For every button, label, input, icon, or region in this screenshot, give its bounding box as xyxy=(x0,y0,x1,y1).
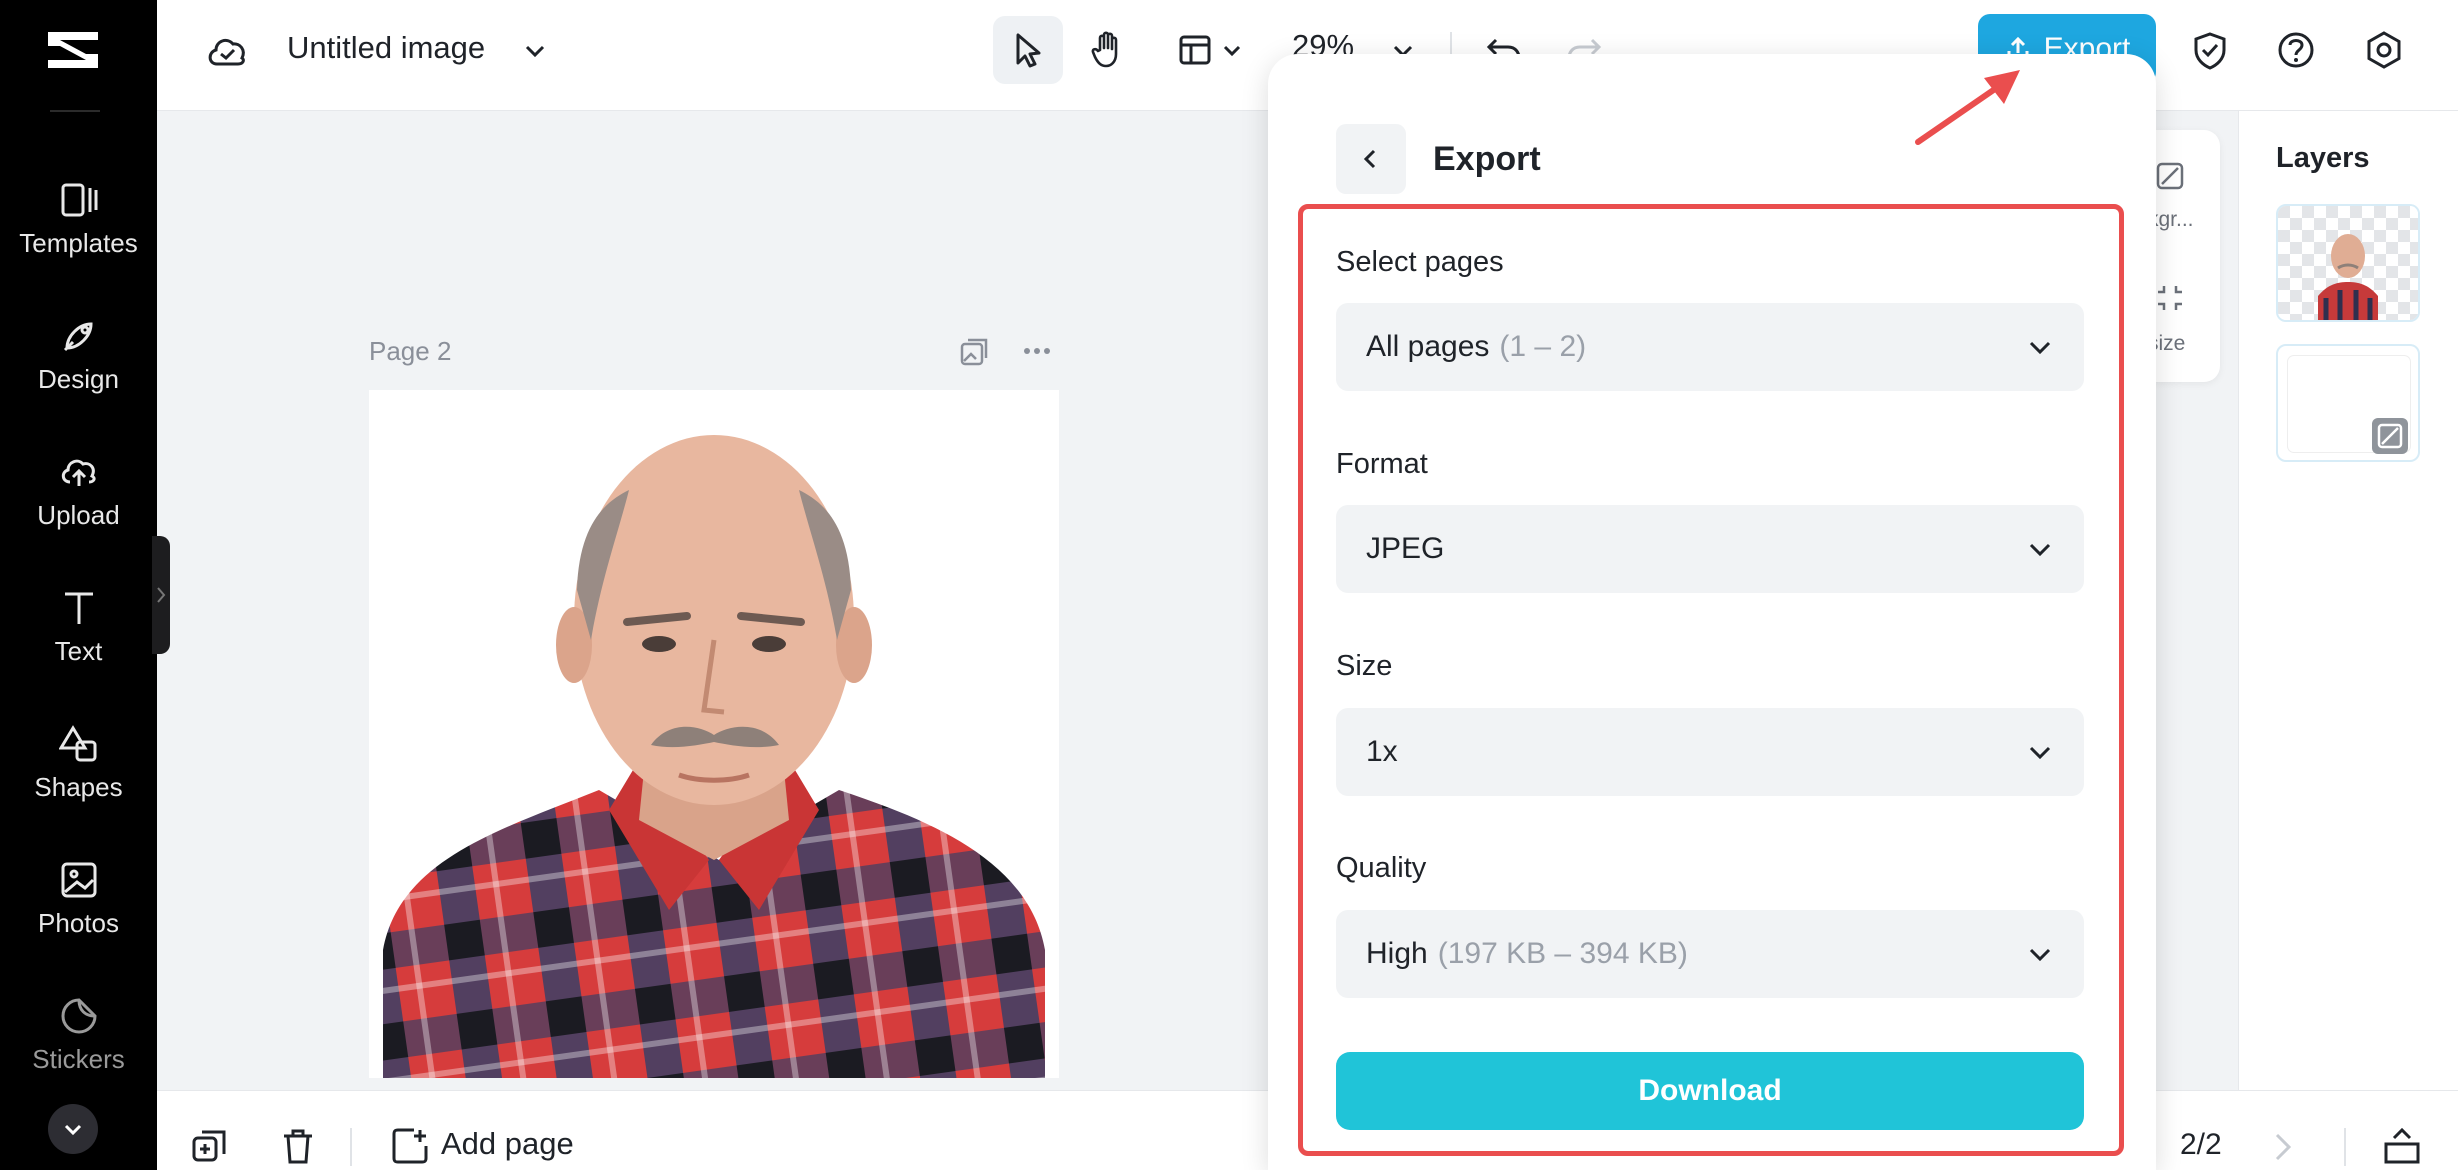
select-tool-button[interactable] xyxy=(993,16,1063,84)
canvas-page[interactable] xyxy=(369,390,1059,1078)
design-icon xyxy=(57,314,101,358)
next-page-icon[interactable] xyxy=(2270,1130,2296,1164)
export-panel-title: Export xyxy=(1433,140,1541,178)
quality-file-size: (197 KB – 394 KB) xyxy=(1437,937,1688,970)
quality-value: High xyxy=(1366,937,1428,970)
size-dropdown[interactable]: 1x xyxy=(1336,708,2084,796)
layout-tool-button[interactable] xyxy=(1160,16,1260,84)
layer-photo-preview xyxy=(2278,206,2418,320)
back-button[interactable] xyxy=(1336,124,1406,194)
annotation-arrow-icon xyxy=(1915,70,2020,145)
hand-tool-button[interactable] xyxy=(1073,16,1143,84)
shield-icon[interactable] xyxy=(2190,30,2230,72)
format-label: Format xyxy=(1336,448,1428,480)
chevron-down-icon xyxy=(2029,341,2051,355)
layer-thumbnail-background[interactable] xyxy=(2276,344,2420,462)
shapes-icon xyxy=(57,722,101,766)
select-pages-label: Select pages xyxy=(1336,246,1504,278)
sidebar-item-label: Templates xyxy=(19,228,138,258)
expand-pages-icon[interactable] xyxy=(2382,1126,2422,1166)
left-sidebar: Templates Design Upload Text Shapes Phot… xyxy=(0,0,157,1170)
size-value: 1x xyxy=(1366,735,1398,768)
sidebar-item-label: Stickers xyxy=(32,1044,125,1074)
page-image-icon[interactable] xyxy=(958,336,990,368)
hand-icon xyxy=(1091,31,1118,68)
templates-icon xyxy=(57,178,101,222)
sidebar-item-templates[interactable]: Templates xyxy=(0,160,157,270)
size-label: Size xyxy=(1336,650,1393,682)
chevron-left-icon xyxy=(1363,149,1376,169)
add-page-button[interactable]: Add page xyxy=(441,1126,574,1162)
add-page-icon[interactable] xyxy=(390,1126,430,1166)
format-dropdown[interactable]: JPEG xyxy=(1336,505,2084,593)
select-pages-range: (1 – 2) xyxy=(1499,330,1587,363)
select-pages-value: All pages xyxy=(1366,330,1490,363)
chevron-down-icon xyxy=(1223,45,1241,57)
help-icon[interactable] xyxy=(2276,30,2316,70)
page-more-icon[interactable] xyxy=(1020,336,1054,366)
stickers-icon xyxy=(57,994,101,1038)
sidebar-divider xyxy=(50,110,100,112)
upload-icon xyxy=(57,450,101,494)
chevron-down-icon xyxy=(64,1124,82,1136)
text-icon xyxy=(57,586,101,630)
sidebar-item-upload[interactable]: Upload xyxy=(0,432,157,542)
sidebar-item-label: Shapes xyxy=(34,772,123,802)
layer-thumbnail-photo[interactable] xyxy=(2276,204,2420,322)
layout-icon xyxy=(1179,35,1211,65)
resize-icon[interactable] xyxy=(2154,282,2186,314)
background-layer-icon xyxy=(2372,418,2408,454)
download-button[interactable]: Download xyxy=(1336,1052,2084,1130)
portrait-photo[interactable] xyxy=(369,390,1059,1078)
sidebar-item-label: Design xyxy=(38,364,119,394)
title-dropdown-chevron-icon[interactable] xyxy=(522,38,548,64)
sidebar-item-design[interactable]: Design xyxy=(0,296,157,406)
layers-title: Layers xyxy=(2276,142,2370,174)
remove-background-icon[interactable] xyxy=(2154,160,2186,192)
sidebar-item-label: Upload xyxy=(37,500,120,530)
quality-label: Quality xyxy=(1336,852,1427,884)
quality-dropdown[interactable]: High (197 KB – 394 KB) xyxy=(1336,910,2084,998)
select-pages-dropdown[interactable]: All pages (1 – 2) xyxy=(1336,303,2084,391)
bottom-divider xyxy=(350,1128,352,1166)
chevron-down-icon xyxy=(2029,543,2051,557)
bottom-divider xyxy=(2344,1128,2346,1166)
photos-icon xyxy=(57,858,101,902)
page-label: Page 2 xyxy=(369,336,452,366)
sidebar-item-photos[interactable]: Photos xyxy=(0,840,157,950)
more-tools-button[interactable] xyxy=(48,1104,98,1154)
cloud-save-icon[interactable] xyxy=(205,32,249,72)
capcut-logo-icon xyxy=(48,32,98,68)
page-counter: 2/2 xyxy=(2180,1128,2222,1161)
sidebar-item-label: Photos xyxy=(38,908,119,938)
pointer-icon xyxy=(1016,33,1041,68)
document-title[interactable]: Untitled image xyxy=(287,30,485,66)
chevron-down-icon xyxy=(2029,746,2051,760)
sidebar-item-text[interactable]: Text xyxy=(0,568,157,678)
sidebar-collapse-handle[interactable] xyxy=(152,536,170,654)
trash-icon[interactable] xyxy=(280,1126,316,1166)
chevron-down-icon xyxy=(2029,948,2051,962)
duplicate-page-icon[interactable] xyxy=(190,1128,228,1166)
sidebar-item-label: Text xyxy=(54,636,103,666)
chevron-right-icon xyxy=(157,587,166,603)
sidebar-item-shapes[interactable]: Shapes xyxy=(0,704,157,814)
sidebar-item-stickers[interactable]: Stickers xyxy=(0,976,157,1086)
settings-icon[interactable] xyxy=(2364,30,2404,70)
format-value: JPEG xyxy=(1366,532,1445,565)
